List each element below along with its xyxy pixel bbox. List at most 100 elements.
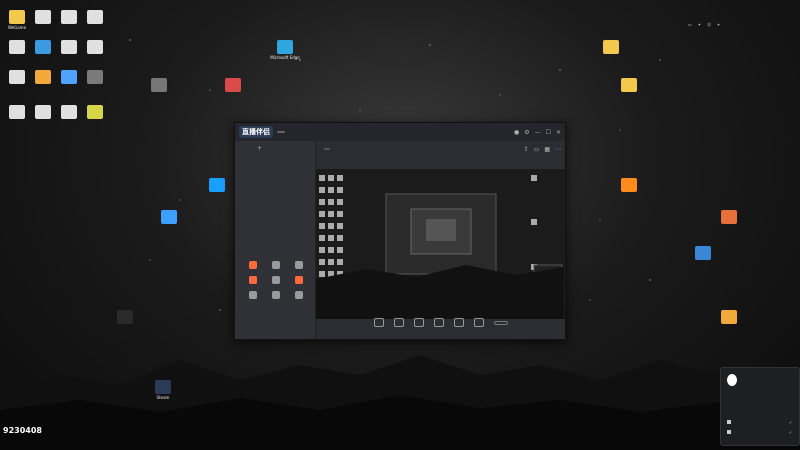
app-icon bbox=[621, 78, 637, 92]
app-icon bbox=[87, 10, 103, 24]
app-icon bbox=[621, 178, 637, 192]
tool-2[interactable] bbox=[288, 261, 311, 270]
notification-avatar bbox=[727, 374, 737, 386]
notification-popup[interactable]: ✔ ✔ bbox=[720, 367, 800, 446]
version-badge bbox=[277, 131, 285, 133]
app-logo: 直播伴侣 bbox=[239, 126, 273, 138]
live-companion-window[interactable]: 直播伴侣 ● ⚙ — ☐ ✕ + ⇪ ▭ ▦ ⋯ bbox=[234, 122, 566, 340]
app-icon bbox=[61, 40, 77, 54]
desktop-icon-4[interactable] bbox=[152, 210, 186, 225]
right-side-panel: ▭ ✦ ☺ ⌖ bbox=[684, 20, 796, 200]
icon-label: WeGame bbox=[7, 25, 27, 30]
gift-icon[interactable]: ✦ bbox=[698, 22, 701, 27]
control-1[interactable] bbox=[373, 318, 384, 328]
preview-desktop-image bbox=[316, 169, 564, 319]
share-icon[interactable]: ⇪ bbox=[524, 146, 529, 153]
desktop-icon-3[interactable] bbox=[200, 178, 234, 193]
app-icon bbox=[87, 70, 103, 84]
app-icon bbox=[87, 105, 103, 119]
control-2[interactable] bbox=[393, 318, 404, 328]
tool-6[interactable] bbox=[241, 291, 264, 300]
desktop-icon-1[interactable] bbox=[216, 78, 250, 93]
close-icon[interactable]: ✕ bbox=[556, 129, 561, 136]
app-icon bbox=[35, 70, 51, 84]
control-bar bbox=[316, 311, 565, 335]
check-icon: ✔ bbox=[789, 419, 793, 425]
app-icon bbox=[61, 70, 77, 84]
tool-icon bbox=[271, 276, 280, 284]
tool-icon bbox=[248, 276, 257, 284]
panel-line-4 bbox=[684, 35, 796, 37]
tool-icon bbox=[271, 261, 280, 269]
desktop-icon-6[interactable] bbox=[612, 78, 646, 93]
desktop-left-icon-15[interactable] bbox=[78, 105, 112, 120]
tool-7[interactable] bbox=[264, 291, 287, 300]
tool-icon bbox=[295, 261, 304, 269]
app-icon bbox=[209, 178, 225, 192]
app-icon bbox=[161, 210, 177, 224]
control-4[interactable] bbox=[433, 318, 444, 328]
icon-label: Steam bbox=[156, 395, 170, 400]
add-tab-icon[interactable]: + bbox=[257, 145, 262, 152]
app-icon bbox=[9, 40, 25, 54]
app-icon bbox=[9, 105, 25, 119]
desktop-icon-2[interactable] bbox=[142, 78, 176, 93]
control-3[interactable] bbox=[413, 318, 424, 328]
desktop-icon-12[interactable]: Steam bbox=[146, 380, 180, 400]
tool-0[interactable] bbox=[241, 261, 264, 270]
scene-item-2[interactable] bbox=[235, 160, 315, 164]
app-icon bbox=[9, 10, 25, 24]
app-icon bbox=[35, 10, 51, 24]
tool-icon bbox=[248, 261, 257, 269]
screen-icon[interactable]: ▭ bbox=[534, 146, 540, 153]
app-icon bbox=[155, 380, 171, 394]
app-icon bbox=[277, 40, 293, 54]
tool-icon bbox=[295, 291, 304, 299]
start-live-button[interactable] bbox=[493, 321, 508, 325]
speaker-control[interactable] bbox=[473, 318, 484, 328]
desktop-left-icon-7[interactable] bbox=[78, 40, 112, 55]
desktop-left-icon-3[interactable] bbox=[78, 10, 112, 25]
tool-8[interactable] bbox=[288, 291, 311, 300]
app-icon bbox=[61, 10, 77, 24]
microphone-control[interactable] bbox=[453, 318, 464, 328]
minimize-icon[interactable]: — bbox=[535, 129, 541, 136]
desktop-icon-0[interactable]: Microsoft Edge bbox=[268, 40, 302, 60]
notification-row-2[interactable]: ✔ bbox=[727, 430, 792, 435]
desktop-icon-10[interactable] bbox=[712, 310, 746, 325]
desktop-icon-9[interactable] bbox=[686, 246, 720, 261]
desktop-left-icon-11[interactable] bbox=[78, 70, 112, 85]
pin-icon[interactable]: ⌖ bbox=[717, 22, 719, 27]
app-icon bbox=[35, 40, 51, 54]
app-icon bbox=[151, 78, 167, 92]
app-icon bbox=[35, 105, 51, 119]
app-icon bbox=[721, 310, 737, 324]
tool-4[interactable] bbox=[264, 276, 287, 285]
desktop-icon-11[interactable] bbox=[108, 310, 142, 325]
app-icon bbox=[225, 78, 241, 92]
main-area: ⇪ ▭ ▦ ⋯ bbox=[316, 141, 565, 339]
tool-3[interactable] bbox=[241, 276, 264, 285]
desktop-icon-7[interactable] bbox=[612, 178, 646, 193]
grid-icon[interactable]: ▦ bbox=[544, 146, 550, 153]
tool-icon bbox=[248, 291, 257, 299]
left-sidebar: + bbox=[235, 141, 316, 339]
avatar-icon[interactable]: ● bbox=[514, 129, 519, 136]
tool-1[interactable] bbox=[264, 261, 287, 270]
maximize-icon[interactable]: ☐ bbox=[546, 129, 551, 136]
desktop-icon-5[interactable] bbox=[594, 40, 628, 55]
desktop-icon-8[interactable] bbox=[712, 210, 746, 225]
icon-label: Microsoft Edge bbox=[270, 55, 300, 60]
notification-row-1[interactable]: ✔ bbox=[727, 420, 792, 425]
stream-tag[interactable] bbox=[324, 148, 330, 150]
more-icon[interactable]: ⋯ bbox=[555, 146, 561, 153]
settings-icon[interactable]: ⚙ bbox=[524, 129, 529, 136]
preview-canvas[interactable] bbox=[316, 169, 565, 319]
app-icon bbox=[117, 310, 133, 324]
emoji-icon[interactable]: ☺ bbox=[707, 22, 711, 27]
app-icon bbox=[9, 70, 25, 84]
window-titlebar: 直播伴侣 ● ⚙ — ☐ ✕ bbox=[235, 123, 565, 141]
app-icon bbox=[721, 210, 737, 224]
chat-icon[interactable]: ▭ bbox=[688, 22, 692, 27]
tool-5[interactable] bbox=[288, 276, 311, 285]
